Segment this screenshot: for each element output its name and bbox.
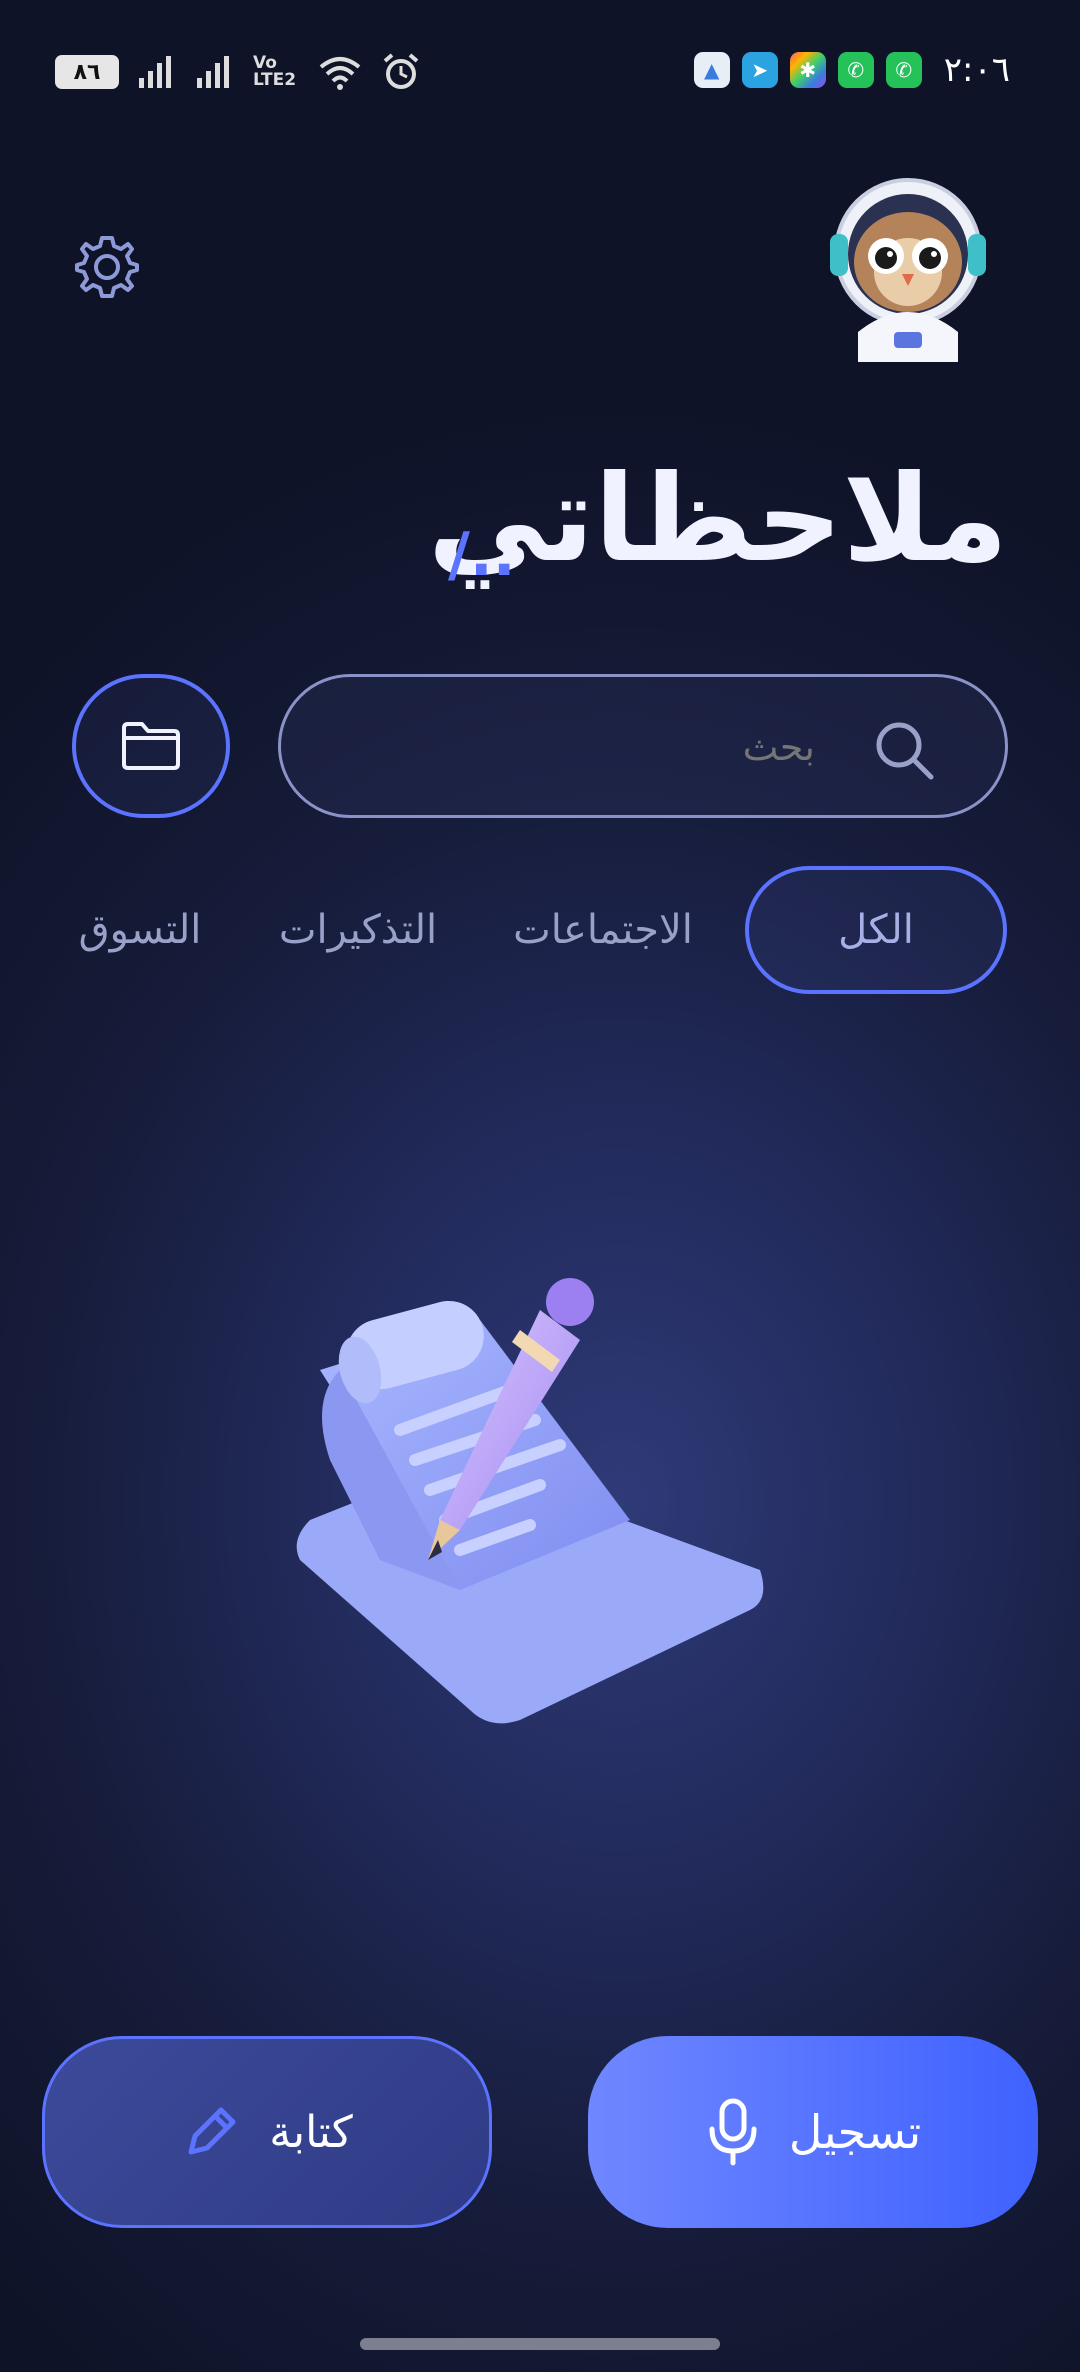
pencil-icon (188, 2107, 236, 2155)
category-tabs: الكل الاجتماعات التذكيرات التسوق (0, 866, 1080, 996)
gear-icon[interactable] (72, 232, 142, 302)
status-right: ▲ ➤ ✱ ✆ ✆ ٢:٠٦ (693, 50, 1010, 90)
owl-avatar[interactable] (828, 172, 988, 362)
title-accent: /.. (448, 520, 516, 590)
folder-icon (122, 722, 180, 770)
folder-button[interactable] (72, 674, 230, 818)
search-input[interactable] (395, 725, 815, 769)
signal-icon (139, 56, 171, 88)
write-button[interactable]: كتابة (42, 2036, 492, 2228)
tab-shopping[interactable]: التسوق (70, 866, 210, 994)
home-indicator[interactable] (360, 2338, 720, 2350)
tab-reminders[interactable]: التذكيرات (268, 866, 448, 994)
record-button-label: تسجيل (788, 2105, 922, 2159)
alarm-icon (383, 53, 419, 89)
status-left: ٨٦ Vo LTE2 (55, 52, 421, 92)
whatsapp-icon: ✆ (837, 52, 874, 88)
search-icon (876, 722, 934, 780)
wifi-icon (319, 57, 361, 90)
battery-indicator: ٨٦ (55, 55, 119, 89)
search-bar[interactable] (278, 674, 1008, 818)
whatsapp-business-icon: ✆ (885, 52, 922, 88)
tab-meetings[interactable]: الاجتماعات (498, 866, 708, 994)
tab-all[interactable]: الكل (745, 866, 1007, 994)
clock: ٢:٠٦ (943, 50, 1010, 90)
microphone-icon (709, 2098, 757, 2166)
status-bar: ٨٦ Vo LTE2 ▲ ➤ ✱ ✆ ✆ ٢:٠٦ (0, 0, 1080, 140)
network-type-label: Vo LTE2 (253, 53, 297, 90)
testflight-icon: ▲ (693, 52, 730, 88)
record-button[interactable]: تسجيل (588, 2036, 1038, 2228)
telegram-icon: ➤ (741, 52, 778, 88)
multicolor-app-icon: ✱ (789, 52, 826, 88)
signal-icon (197, 56, 229, 88)
note-paper-illustration (296, 1278, 764, 1724)
write-button-label: كتابة (269, 2106, 353, 2158)
